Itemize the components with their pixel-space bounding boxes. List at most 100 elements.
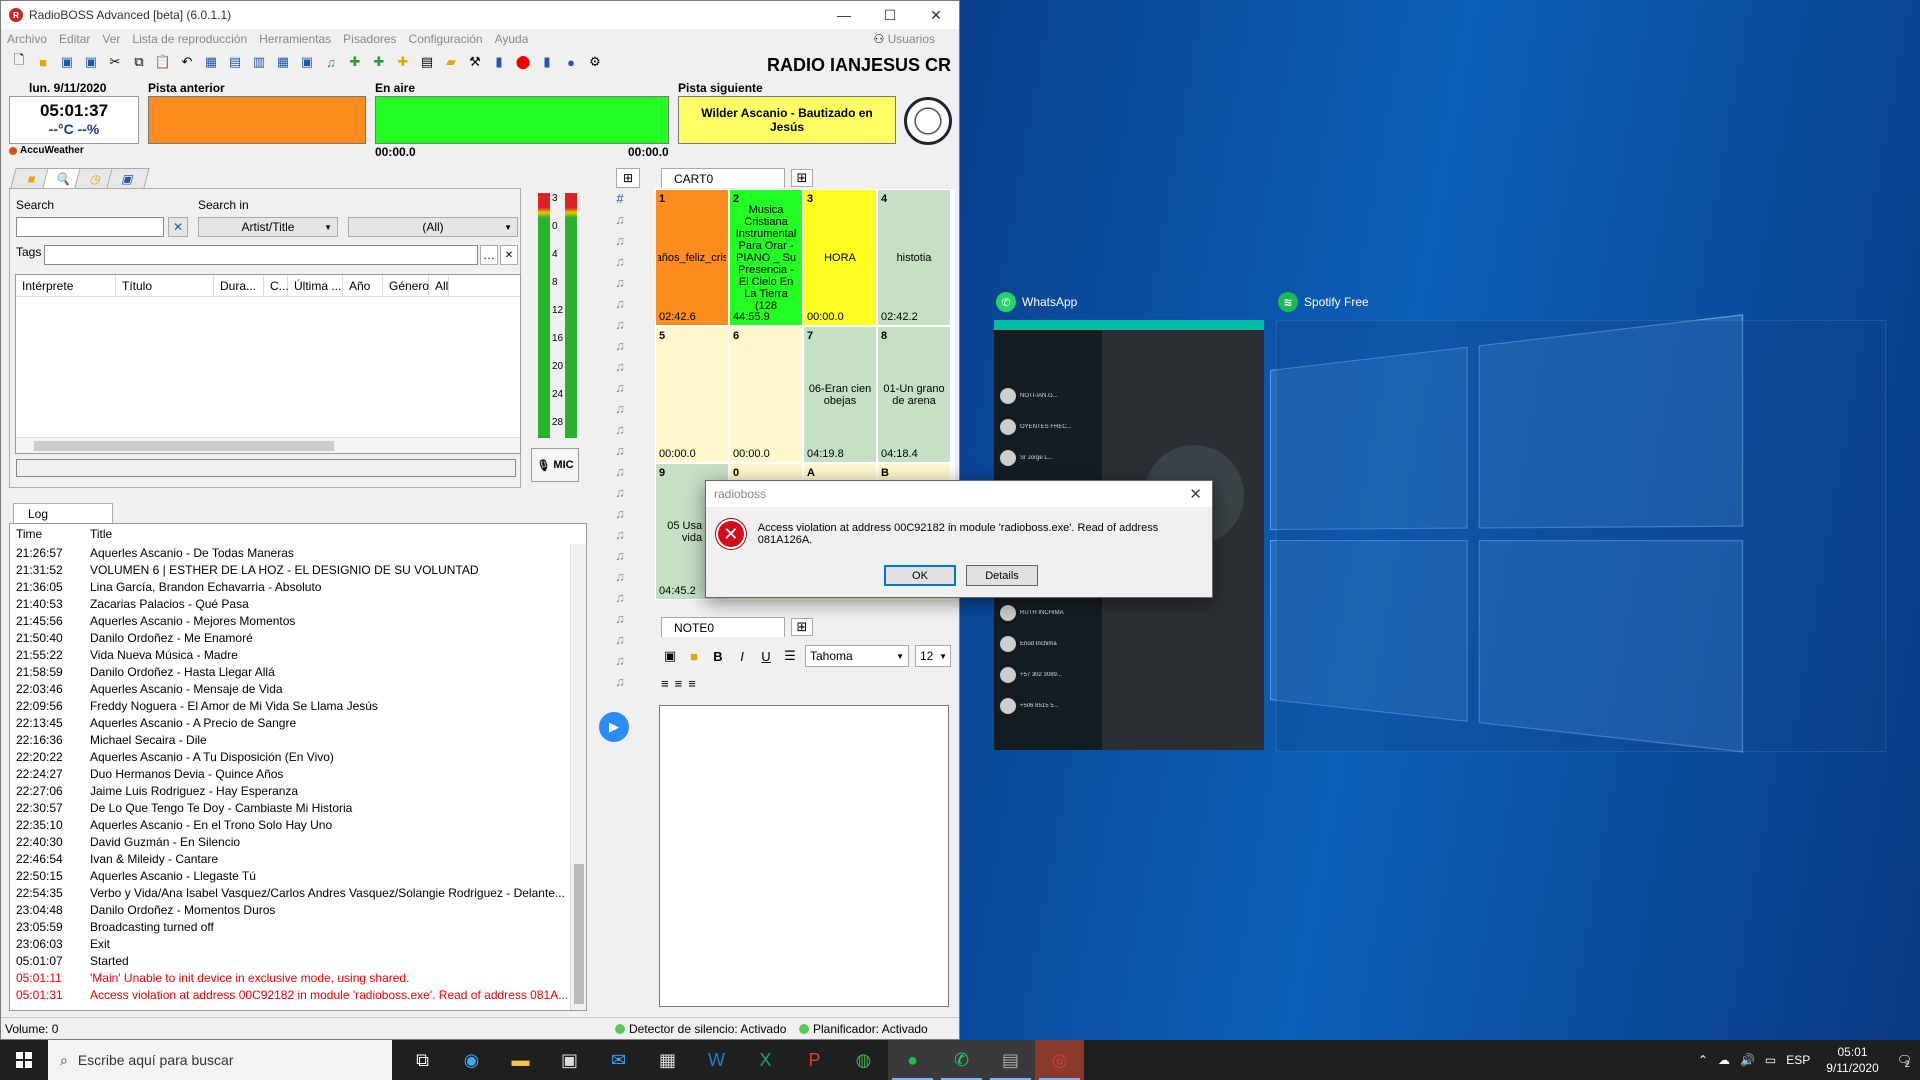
onair-track-box[interactable] (375, 96, 669, 144)
menu-item[interactable]: Configuración (409, 32, 483, 46)
log-tab[interactable]: Log (13, 503, 113, 523)
log-row[interactable]: 22:24:27 Duo Hermanos Devia - Quince Años (10, 765, 586, 782)
playlist-track-icon[interactable]: ♫ (599, 671, 641, 692)
word-icon[interactable]: W (692, 1040, 741, 1080)
add-cart-button[interactable]: ⊞ (791, 169, 813, 187)
playlist-track-icon[interactable]: ♫ (599, 566, 641, 587)
log-row[interactable]: 05:01:11 'Main' Unable to init device in … (10, 969, 586, 986)
start-button[interactable] (0, 1040, 48, 1080)
close-button[interactable]: ✕ (913, 1, 959, 29)
menu-item[interactable]: Ver (102, 32, 120, 46)
mic-button[interactable]: 🎙 MIC (531, 448, 579, 482)
log-row[interactable]: 05:01:07 Started (10, 952, 586, 969)
font-select[interactable]: Tahoma ▼ (805, 645, 909, 667)
chrome-icon[interactable]: ◍ (839, 1040, 888, 1080)
menu-item[interactable]: Lista de reproducción (132, 32, 247, 46)
log-row[interactable]: 22:20:22 Aquerles Ascanio - A Tu Disposic… (10, 748, 586, 765)
log-row[interactable]: 05:01:31 Access violation at address 00C9… (10, 986, 586, 1003)
add-file-icon[interactable]: ✚ (345, 52, 365, 72)
note-open-icon[interactable]: ■ (685, 647, 703, 665)
ok-button[interactable]: OK (884, 565, 956, 586)
taskbar-clock[interactable]: 05:01 9/11/2020 (1826, 1044, 1879, 1076)
log-row[interactable]: 21:50:40 Danilo Ordoñez - Me Enamoré (10, 629, 586, 646)
align-right-icon[interactable]: ≡ (688, 676, 696, 691)
accuweather-badge[interactable]: AccuWeather (9, 145, 84, 156)
layout-5-icon[interactable]: ▣ (297, 52, 317, 72)
cart-cell[interactable]: 8 01-Un grano de arena 04:18.4 (877, 326, 951, 463)
log-row[interactable]: 21:55:22 Vida Nueva Música - Madre (10, 646, 586, 663)
log-row[interactable]: 21:45:56 Aquerles Ascanio - Mejores Momen… (10, 612, 586, 629)
layout-4-icon[interactable]: ▦ (273, 52, 293, 72)
menu-item[interactable]: Editar (59, 32, 90, 46)
log-vscroll[interactable] (570, 544, 586, 1010)
open-folder-icon[interactable]: ■ (33, 52, 53, 72)
library-col-header[interactable]: C... (264, 275, 288, 296)
volume-icon[interactable]: 🔊 (1740, 1053, 1755, 1067)
log-row[interactable]: 21:26:57 Aquerles Ascanio - De Todas Mane… (10, 544, 586, 561)
log-row[interactable]: 21:58:59 Danilo Ordoñez - Hasta Llegar Al… (10, 663, 586, 680)
playlist-track-icon[interactable]: ♫ (599, 209, 641, 230)
playlist-track-icon[interactable]: ♫ (599, 377, 641, 398)
log-row[interactable]: 22:40:30 David Guzmán - En Silencio (10, 833, 586, 850)
log-row[interactable]: 22:35:10 Aquerles Ascanio - En el Trono S… (10, 816, 586, 833)
add-url-icon[interactable]: ✚ (393, 52, 413, 72)
playlist-track-icon[interactable]: ♫ (599, 356, 641, 377)
playlist-strip[interactable]: # ♫ ♫ ♫ ♫ ♫ ♫ ♫ ♫ ♫ ♫ ♫ ♫ ♫ ♫ ♫ ♫ ♫ ♫ ♫ ♫ ♫ ♫ ♫ ▶ (599, 188, 641, 978)
tags-input[interactable] (44, 245, 478, 265)
log-row[interactable]: 22:03:46 Aquerles Ascanio - Mensaje de Vi… (10, 680, 586, 697)
playlist-track-icon[interactable]: ♫ (599, 629, 641, 650)
playlist-track-icon[interactable]: ♫ (599, 503, 641, 524)
note-textarea[interactable] (659, 705, 949, 1007)
log-row[interactable]: 22:16:36 Michael Secaira - Dile (10, 731, 586, 748)
layout-3-icon[interactable]: ▥ (249, 52, 269, 72)
layout-2-icon[interactable]: ▤ (225, 52, 245, 72)
add-folder-icon[interactable]: ✚ (369, 52, 389, 72)
playlist-track-icon[interactable]: ♫ (599, 314, 641, 335)
playlist-gen-icon[interactable]: ▰ (441, 52, 461, 72)
add-note-button[interactable]: ⊞ (791, 618, 813, 636)
task-view-icon[interactable]: ⧉ (398, 1040, 447, 1080)
tags-more-button[interactable]: … (480, 245, 498, 265)
align-left-icon[interactable]: ≡ (661, 676, 669, 691)
log-row[interactable]: 22:54:35 Verbo y Vida/Ana Isabel Vasquez/… (10, 884, 586, 901)
onedrive-icon[interactable]: ☁ (1718, 1053, 1730, 1067)
log-row[interactable]: 22:50:15 Aquerles Ascanio - Llegaste Tú (10, 867, 586, 884)
scheduler-icon[interactable]: ▤ (417, 52, 437, 72)
playlist-track-icon[interactable]: ♫ (599, 419, 641, 440)
log-row[interactable]: 21:40:53 Zacarias Palacios - Qué Pasa (10, 595, 586, 612)
playlist-track-icon[interactable]: ♫ (599, 335, 641, 356)
font-size-select[interactable]: 12 ▼ (915, 645, 951, 667)
cart-cell[interactable]: 1 años_feliz_cris 02:42.6 (655, 189, 729, 326)
playlist-track-icon[interactable]: ♫ (599, 587, 641, 608)
calculator-icon[interactable]: ▦ (643, 1040, 692, 1080)
search-scope-combo[interactable]: (All) ▼ (348, 217, 518, 237)
playlist-number-icon[interactable]: # (599, 188, 641, 209)
log-row[interactable]: 23:05:59 Broadcasting turned off (10, 918, 586, 935)
paste-icon[interactable]: 📋 (153, 52, 173, 72)
broadcast-icon[interactable]: ● (561, 52, 581, 72)
maximize-button[interactable]: ☐ (867, 1, 913, 29)
whatsapp-taskbar-icon[interactable]: ✆ (937, 1040, 986, 1080)
edge-icon[interactable]: ◉ (447, 1040, 496, 1080)
playlist-track-icon[interactable]: ♫ (599, 461, 641, 482)
italic-button[interactable]: I (733, 647, 751, 665)
playlist-track-icon[interactable]: ♫ (599, 524, 641, 545)
menu-item[interactable]: Ayuda (495, 32, 529, 46)
note-save-icon[interactable]: ▣ (661, 647, 679, 665)
log-row[interactable]: 23:06:03 Exit (10, 935, 586, 952)
log-row[interactable]: 22:09:56 Freddy Noguera - El Amor de Mi V… (10, 697, 586, 714)
add-playlist-button[interactable]: ⊞ (616, 168, 640, 188)
spotify-thumbnail[interactable] (1276, 320, 1886, 752)
library-col-header[interactable]: Última ... (288, 275, 343, 296)
database-icon[interactable]: ▮ (489, 52, 509, 72)
clear-search-button[interactable]: ✕ (168, 217, 188, 237)
playlist-track-icon[interactable]: ♫ (599, 230, 641, 251)
playlist-track-icon[interactable]: ♫ (599, 398, 641, 419)
mail-icon[interactable]: ✉ (594, 1040, 643, 1080)
log-row[interactable]: 21:31:52 VOLUMEN 6 | ESTHER DE LA HOZ - E… (10, 561, 586, 578)
new-icon[interactable]: 🗋 (9, 52, 29, 72)
monitor-tab-icon[interactable]: ▣ (106, 168, 149, 188)
prev-track-box[interactable] (148, 96, 366, 144)
playlist-track-icon[interactable]: ♫ (599, 440, 641, 461)
log-row[interactable]: 22:27:06 Jaime Luis Rodriguez - Hay Esper… (10, 782, 586, 799)
